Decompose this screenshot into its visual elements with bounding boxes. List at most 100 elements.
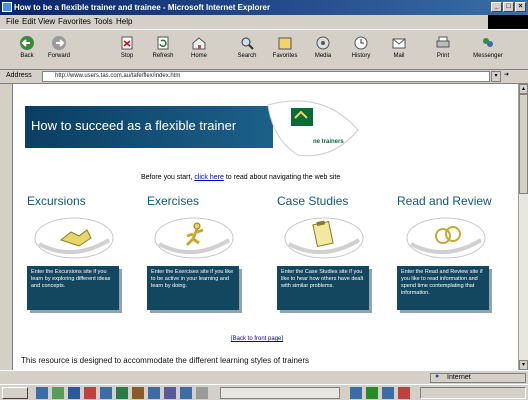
home-label: Home	[190, 53, 207, 59]
scroll-down-button[interactable]: ▾	[519, 360, 528, 370]
media-label: Media	[314, 53, 332, 59]
internet-zone-icon: ●	[435, 373, 440, 380]
taskbar-app-icon-4[interactable]	[84, 387, 96, 399]
menu-tools[interactable]: Tools	[94, 17, 113, 26]
scroll-thumb[interactable]	[519, 94, 528, 194]
maximize-button[interactable]: □	[503, 2, 514, 12]
close-button[interactable]: ×	[515, 2, 526, 12]
menu-favorites[interactable]: Favorites	[58, 17, 91, 26]
home-icon	[192, 37, 206, 50]
taskbar-app-icon-5[interactable]	[100, 387, 112, 399]
back-label: Back	[20, 53, 34, 59]
taskbar-app-icon-6[interactable]	[116, 387, 128, 399]
history-icon	[354, 36, 368, 50]
section-heading-exercises[interactable]: Exercises	[147, 194, 199, 208]
messenger-icon	[483, 38, 493, 47]
stop-label: Stop	[120, 53, 134, 59]
scroll-up-button[interactable]: ▴	[519, 84, 528, 94]
address-label: Address	[6, 72, 32, 79]
forward-arrow-icon	[52, 36, 66, 50]
intro-suffix: to read about navigating the web site	[225, 174, 341, 181]
case-studies-icon[interactable]	[283, 214, 365, 262]
back-to-front-page-link[interactable]: [Back to front page]	[231, 336, 283, 342]
search-button[interactable]: Search	[232, 33, 262, 67]
address-bar: Address http://www.users.tas.com.au/tafe…	[0, 70, 528, 84]
print-button[interactable]: Print	[428, 33, 458, 67]
read-and-review-description: Enter the Read and Review site if you li…	[397, 266, 489, 310]
taskbar-app-icon-2[interactable]	[52, 387, 64, 399]
banner-title: How to succeed as a flexible trainer	[31, 118, 237, 133]
forward-button[interactable]: Forward	[44, 33, 74, 67]
go-button[interactable]: ➜	[504, 71, 526, 82]
menu-help[interactable]: Help	[116, 17, 132, 26]
home-button[interactable]: Home	[184, 33, 214, 67]
forward-label: Forward	[47, 53, 70, 59]
start-button[interactable]	[2, 387, 28, 399]
exercises-icon[interactable]	[153, 214, 235, 262]
flexible-trainers-logo	[267, 100, 359, 157]
address-input[interactable]: http://www.users.tas.com.au/tafe/flex/in…	[42, 71, 490, 82]
menu-edit[interactable]: Edit	[22, 17, 36, 26]
excursions-icon[interactable]	[33, 214, 115, 262]
section-heading-excursions[interactable]: Excursions	[27, 194, 86, 208]
excursions-description: Enter the Excursions site if you learn b…	[27, 266, 119, 310]
print-icon	[436, 36, 450, 48]
menu-view[interactable]: View	[38, 17, 55, 26]
navigation-help-link[interactable]: click here	[194, 174, 224, 181]
taskbar-app-icon-14[interactable]	[382, 387, 394, 399]
taskbar-app-icon-1[interactable]	[36, 387, 48, 399]
back-arrow-icon	[20, 36, 34, 50]
mail-label: Mail	[393, 53, 405, 59]
case-studies-description: Enter the Case Studies site if you like …	[277, 266, 369, 310]
menu-file[interactable]: File	[6, 17, 19, 26]
messenger-label: Messenger	[473, 53, 503, 59]
print-label: Print	[436, 53, 450, 59]
exercises-description: Enter the Exercises site if you like to …	[147, 266, 239, 310]
history-label: History	[351, 53, 371, 59]
favorites-icon	[278, 37, 292, 50]
vertical-scrollbar[interactable]: ▴ ▾	[518, 84, 528, 370]
mail-button[interactable]: Mail	[384, 33, 414, 67]
logo-text: ne trainers	[313, 139, 344, 145]
system-tray	[420, 387, 526, 399]
status-bar: ● Internet	[0, 370, 528, 384]
minimize-button[interactable]: _	[491, 2, 502, 12]
standard-toolbar: Back Forward Stop Refresh Home Search Fa…	[0, 29, 528, 70]
section-heading-read-and-review[interactable]: Read and Review	[397, 194, 492, 208]
messenger-button[interactable]: Messenger	[468, 33, 508, 67]
refresh-label: Refresh	[152, 53, 174, 59]
mail-icon	[392, 38, 406, 49]
taskbar-app-icon-13[interactable]	[366, 387, 378, 399]
taskbar-app-icon-9[interactable]	[164, 387, 176, 399]
taskbar-window-button[interactable]	[220, 387, 340, 399]
read-and-review-icon[interactable]	[405, 214, 487, 262]
taskbar-app-icon-10[interactable]	[180, 387, 192, 399]
intro-prefix: Before you start,	[141, 174, 193, 181]
taskbar-app-icon-12[interactable]	[350, 387, 362, 399]
security-zone-label: Internet	[447, 374, 471, 381]
search-icon	[241, 37, 254, 50]
media-button[interactable]: Media	[308, 33, 338, 67]
taskbar-app-icon-3[interactable]	[68, 387, 80, 399]
taskbar-app-icon-15[interactable]	[398, 387, 410, 399]
resource-description: This resource is designed to accommodate…	[21, 356, 309, 365]
stop-button[interactable]: Stop	[112, 33, 142, 67]
search-label: Search	[237, 53, 257, 59]
favorites-button[interactable]: Favorites	[270, 33, 300, 67]
page-banner: How to succeed as a flexible trainer	[25, 106, 273, 148]
taskbar-app-icon-8[interactable]	[148, 387, 160, 399]
favorites-label: Favorites	[272, 53, 298, 59]
back-button[interactable]: Back	[12, 33, 42, 67]
taskbar-app-icon-7[interactable]	[132, 387, 144, 399]
intro-text: Before you start, click here to read abo…	[141, 174, 340, 181]
address-dropdown-button[interactable]: ▾	[491, 71, 501, 82]
ie-window-icon	[2, 2, 12, 12]
history-button[interactable]: History	[346, 33, 376, 67]
security-zone-panel: ● Internet	[430, 373, 526, 383]
windows-taskbar	[0, 384, 528, 400]
section-heading-case-studies[interactable]: Case Studies	[277, 194, 348, 208]
stop-icon	[121, 36, 133, 50]
refresh-button[interactable]: Refresh	[148, 33, 178, 67]
taskbar-app-icon-11[interactable]	[196, 387, 208, 399]
address-url: http://www.users.tas.com.au/tafe/flex/in…	[55, 73, 181, 79]
